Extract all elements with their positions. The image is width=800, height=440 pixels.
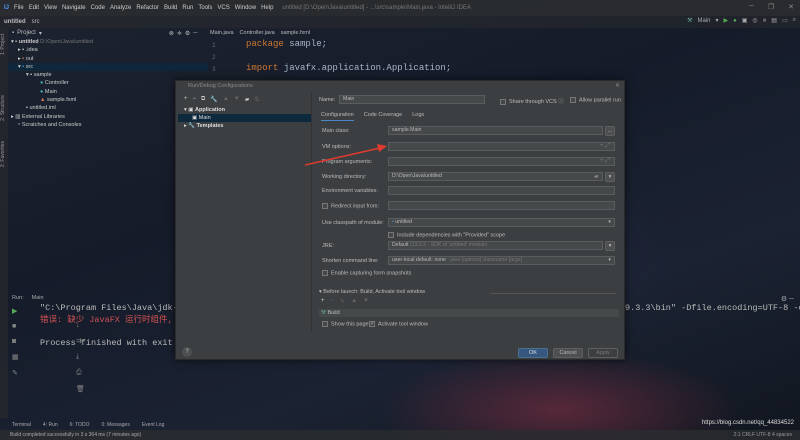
red-annotation-arrow (304, 144, 387, 166)
arrow-line (304, 147, 381, 166)
arrow-head (377, 144, 387, 152)
